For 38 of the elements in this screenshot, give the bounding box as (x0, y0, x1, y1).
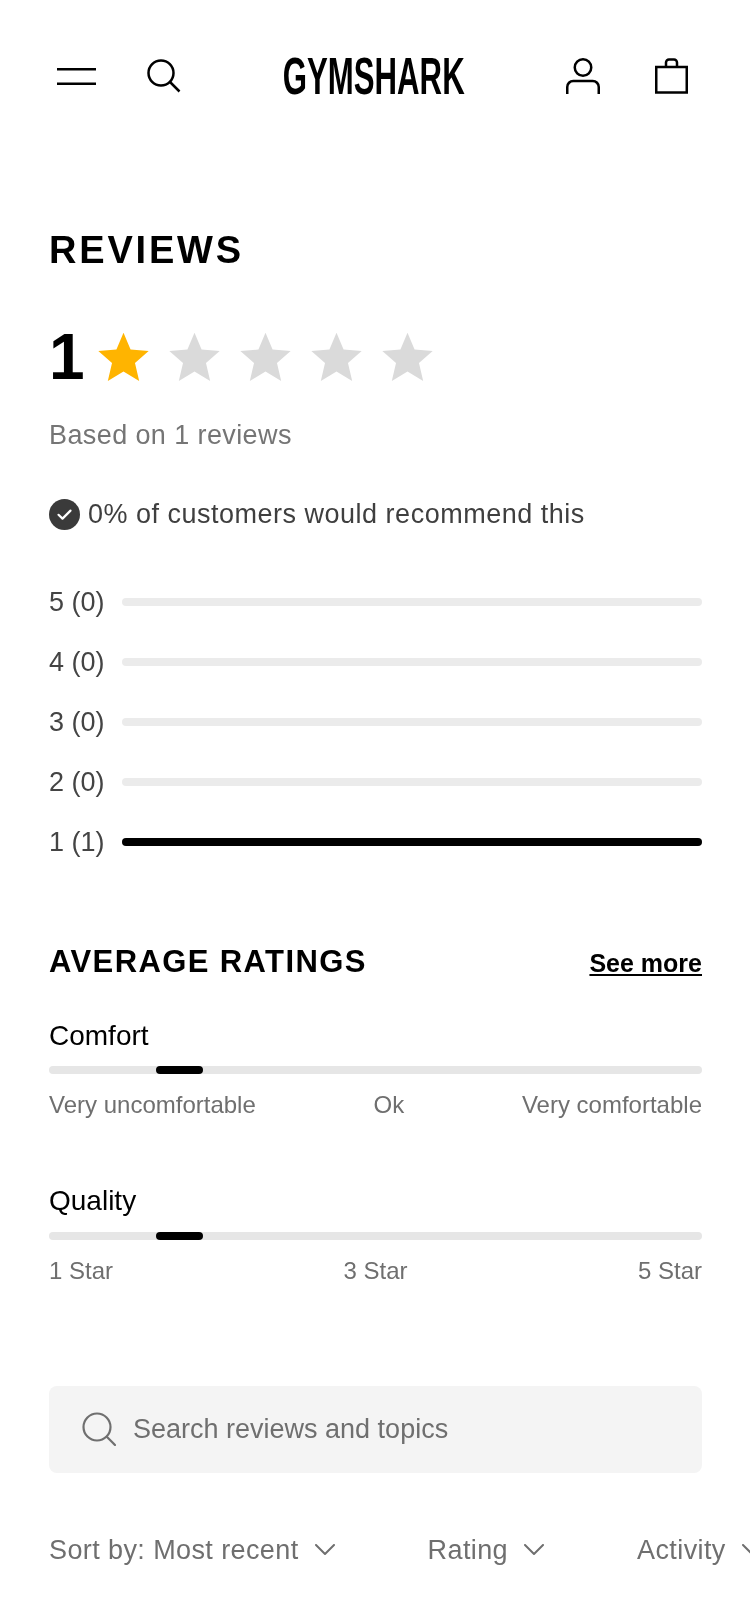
search-icon[interactable] (147, 59, 181, 93)
filter-dropdown[interactable]: Activity (637, 1533, 750, 1566)
section-heading: REVIEWS (49, 231, 245, 269)
rating-count-label: 3 (0) (49, 705, 106, 738)
sort-dropdown[interactable]: Sort by: Most recent (49, 1533, 335, 1566)
review-count-text: Based on 1 reviews (49, 419, 293, 452)
scale-label: Ok (373, 1091, 405, 1121)
scale-label: 5 Star (637, 1256, 702, 1286)
search-icon (82, 1412, 116, 1447)
search-bar[interactable]: Search reviews and topics (49, 1385, 702, 1473)
scale-label: Very uncomfortable (49, 1091, 256, 1121)
check-circle-icon (49, 499, 80, 531)
shopping-bag-icon[interactable] (655, 58, 688, 94)
rating-count-label: 2 (0) (49, 765, 106, 798)
scale-label: 3 Star (343, 1256, 408, 1286)
star-icon (309, 330, 363, 384)
star-icon (238, 330, 292, 384)
scale-label: 1 Star (49, 1256, 114, 1286)
rating-count-label: 4 (0) (49, 645, 106, 678)
chevron-down-icon (524, 1543, 545, 1556)
see-more-link[interactable]: See more (589, 950, 702, 976)
filter-dropdown[interactable]: Rating (427, 1533, 545, 1566)
rating-score: 1 (49, 325, 85, 389)
attribute-label: Comfort (49, 1018, 150, 1053)
star-icon (167, 330, 221, 384)
menu-icon[interactable] (57, 67, 96, 85)
scale-label: Very comfortable (521, 1091, 702, 1121)
section-heading: AVERAGE RATINGS (49, 945, 367, 977)
search-input[interactable]: Search reviews and topics (133, 1408, 702, 1450)
attribute-label: Quality (49, 1184, 138, 1218)
brand-logo[interactable]: GYMSHARK (282, 50, 465, 102)
star-icon (96, 330, 150, 384)
rating-count-label: 1 (1) (49, 825, 106, 858)
recommendation-text: 0% of customers would recommend this (88, 498, 585, 531)
star-icon (380, 330, 434, 384)
user-icon[interactable] (566, 58, 600, 94)
chevron-down-icon (314, 1543, 335, 1556)
rating-count-label: 5 (0) (49, 585, 106, 618)
